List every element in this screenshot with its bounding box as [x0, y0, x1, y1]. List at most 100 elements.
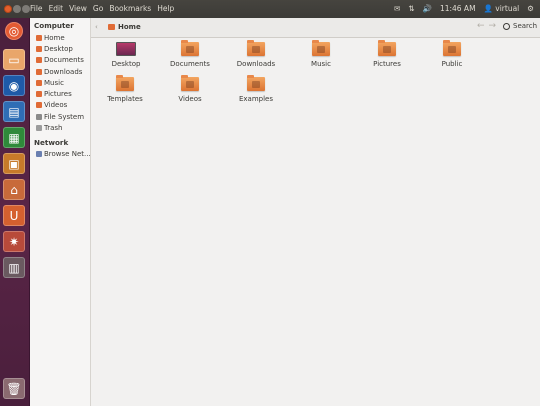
workspaces-icon[interactable]: ▥ [3, 257, 25, 278]
sidebar-item-label: Desktop [44, 44, 73, 53]
menu-help[interactable]: Help [157, 4, 174, 14]
home-icon [36, 34, 42, 41]
downloads-icon [36, 68, 42, 75]
menu-bar: File Edit View Go Bookmarks Help [30, 4, 174, 14]
search-label: Search [513, 22, 538, 30]
menu-edit[interactable]: Edit [49, 4, 64, 14]
pictures-folder-icon [378, 40, 396, 56]
clock[interactable]: 11:46 AM [440, 3, 476, 15]
maximize-window-button[interactable] [22, 5, 30, 13]
close-window-button[interactable] [4, 5, 12, 13]
menu-view[interactable]: View [69, 4, 87, 14]
downloads-folder-icon [247, 40, 265, 56]
toolbar: ‹ Home ←→ Search [91, 18, 540, 38]
indicator-area: ✉ ⇅ 🔊 11:46 AM 👤 virtual ⚙ [394, 3, 534, 15]
home-folder-icon [108, 24, 115, 30]
mail-icon[interactable]: ✉ [394, 3, 400, 15]
menu-go[interactable]: Go [93, 4, 103, 14]
examples-folder-icon [247, 75, 265, 91]
file-item-public[interactable]: Public [422, 40, 482, 68]
sidebar-item-file-system[interactable]: File System [30, 111, 90, 122]
music-folder-icon [312, 40, 330, 56]
file-item-documents[interactable]: Documents [160, 40, 220, 68]
files-icon[interactable]: ▭ [3, 49, 25, 70]
file-item-examples[interactable]: Examples [226, 75, 286, 103]
user-icon: 👤 [483, 4, 493, 13]
pictures-icon [36, 91, 42, 98]
file-item-pictures[interactable]: Pictures [357, 40, 417, 68]
breadcrumb-home[interactable]: Home [103, 21, 146, 33]
launcher: ◎ ▭ ◉ ▤ ▦ ▣ ⌂ U ✷ ▥ 🗑 [0, 18, 30, 406]
desktop-folder-icon [116, 42, 136, 56]
file-item-downloads[interactable]: Downloads [226, 40, 286, 68]
user-name: virtual [495, 4, 520, 13]
documents-icon [36, 57, 42, 64]
sidebar-item-desktop[interactable]: Desktop [30, 43, 90, 54]
file-label: Music [311, 60, 331, 68]
places-sidebar: Computer Home Desktop Documents Download… [30, 18, 91, 406]
search-icon [503, 22, 510, 30]
file-item-templates[interactable]: Templates [95, 75, 155, 103]
gear-icon[interactable]: ⚙ [527, 3, 534, 15]
trash-icon[interactable]: 🗑 [3, 378, 25, 399]
file-label: Templates [107, 95, 143, 103]
sidebar-item-label: File System [44, 112, 85, 121]
writer-icon[interactable]: ▤ [3, 101, 25, 122]
impress-icon[interactable]: ▣ [3, 153, 25, 174]
sidebar-item-home[interactable]: Home [30, 32, 90, 43]
file-label: Videos [178, 95, 202, 103]
sidebar-item-label: Home [44, 33, 65, 42]
back-arrow-icon[interactable]: ← [477, 21, 489, 31]
menu-bookmarks[interactable]: Bookmarks [109, 4, 151, 14]
breadcrumb-label: Home [118, 23, 141, 31]
chevron-left-icon[interactable]: ‹ [95, 23, 98, 31]
sidebar-item-downloads[interactable]: Downloads [30, 66, 90, 77]
sidebar-item-pictures[interactable]: Pictures [30, 88, 90, 99]
firefox-icon[interactable]: ◉ [3, 75, 25, 96]
sidebar-item-videos[interactable]: Videos [30, 100, 90, 111]
sidebar-item-label: Trash [44, 124, 63, 133]
file-item-videos[interactable]: Videos [160, 75, 220, 103]
sidebar-heading-computer: Computer [34, 21, 74, 30]
file-label: Downloads [236, 60, 276, 68]
file-label: Documents [170, 60, 210, 68]
file-label: Public [441, 60, 463, 68]
sidebar-heading-network: Network [34, 137, 69, 147]
videos-icon [36, 102, 42, 109]
user-indicator[interactable]: 👤 virtual [484, 3, 520, 15]
file-label: Pictures [373, 60, 401, 68]
file-item-desktop[interactable]: Desktop [96, 42, 156, 68]
sidebar-item-label: Browse Net... [44, 150, 90, 159]
file-view: Desktop Documents Downloads Music Pictur… [92, 38, 540, 406]
network-icon[interactable]: ⇅ [408, 3, 414, 15]
sidebar-item-music[interactable]: Music [30, 77, 90, 88]
file-label: Desktop [111, 60, 141, 68]
software-center-icon[interactable]: ⌂ [3, 179, 25, 200]
top-panel: File Edit View Go Bookmarks Help ✉ ⇅ 🔊 1… [0, 0, 540, 18]
sidebar-item-documents[interactable]: Documents [30, 55, 90, 66]
public-folder-icon [443, 40, 461, 56]
drive-icon [36, 113, 42, 120]
sidebar-item-trash[interactable]: Trash [30, 122, 90, 133]
forward-arrow-icon[interactable]: → [489, 21, 501, 31]
sidebar-item-label: Pictures [44, 90, 72, 99]
desktop-icon [36, 45, 42, 52]
sidebar-item-browse-network[interactable]: Browse Net... [30, 149, 90, 160]
calc-icon[interactable]: ▦ [3, 127, 25, 148]
sidebar-item-label: Downloads [44, 67, 83, 76]
nav-arrows: ←→ [477, 21, 500, 31]
documents-folder-icon [181, 40, 199, 56]
system-settings-icon[interactable]: ✷ [3, 231, 25, 252]
sidebar-item-label: Videos [44, 101, 68, 110]
sidebar-item-label: Documents [44, 56, 84, 65]
videos-folder-icon [181, 75, 199, 91]
dash-home-icon[interactable]: ◎ [5, 22, 23, 40]
ubuntu-one-icon[interactable]: U [3, 205, 25, 226]
search-button[interactable]: Search [503, 22, 537, 30]
volume-icon[interactable]: 🔊 [423, 3, 432, 15]
menu-file[interactable]: File [30, 4, 43, 14]
trash-icon [36, 125, 42, 132]
file-item-music[interactable]: Music [291, 40, 351, 68]
sidebar-item-label: Music [44, 78, 64, 87]
minimize-window-button[interactable] [13, 5, 21, 13]
